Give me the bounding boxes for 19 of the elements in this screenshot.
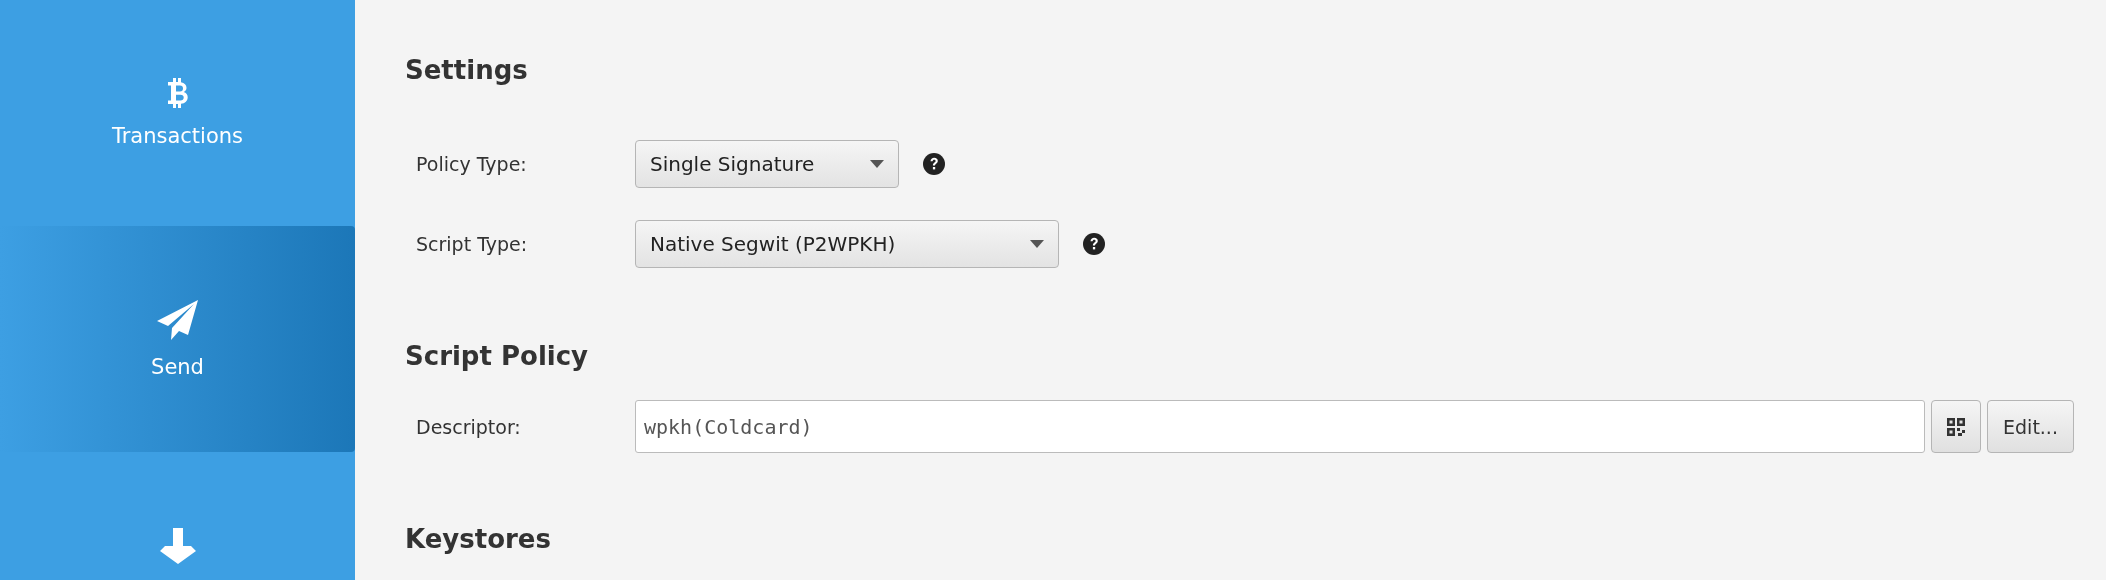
section-heading: Keystores [405, 523, 552, 555]
help-icon[interactable] [1083, 233, 1105, 255]
field-label: Descriptor: [415, 415, 522, 438]
section-heading: Script Policy [405, 340, 590, 372]
help-icon[interactable] [923, 153, 945, 175]
qr-code-button[interactable] [1931, 400, 1981, 453]
bitcoin-icon [166, 78, 189, 110]
section-heading: Settings [405, 54, 529, 86]
dropdown[interactable]: Single Signature [635, 140, 899, 188]
qr-code-icon [1947, 417, 1965, 436]
caret-icon [1030, 240, 1044, 248]
paper-plane-icon [156, 299, 199, 341]
edit-button[interactable]: Edit... [1987, 400, 2074, 453]
descriptor-field[interactable]: wpkh(Coldcard) [635, 400, 1925, 453]
field-label: Policy Type: [415, 153, 528, 175]
down-arrow-icon [158, 528, 197, 564]
field-label: Script Type: [415, 233, 529, 255]
caret-icon [870, 160, 884, 168]
dropdown[interactable]: Native Segwit (P2WPKH) [635, 220, 1059, 268]
